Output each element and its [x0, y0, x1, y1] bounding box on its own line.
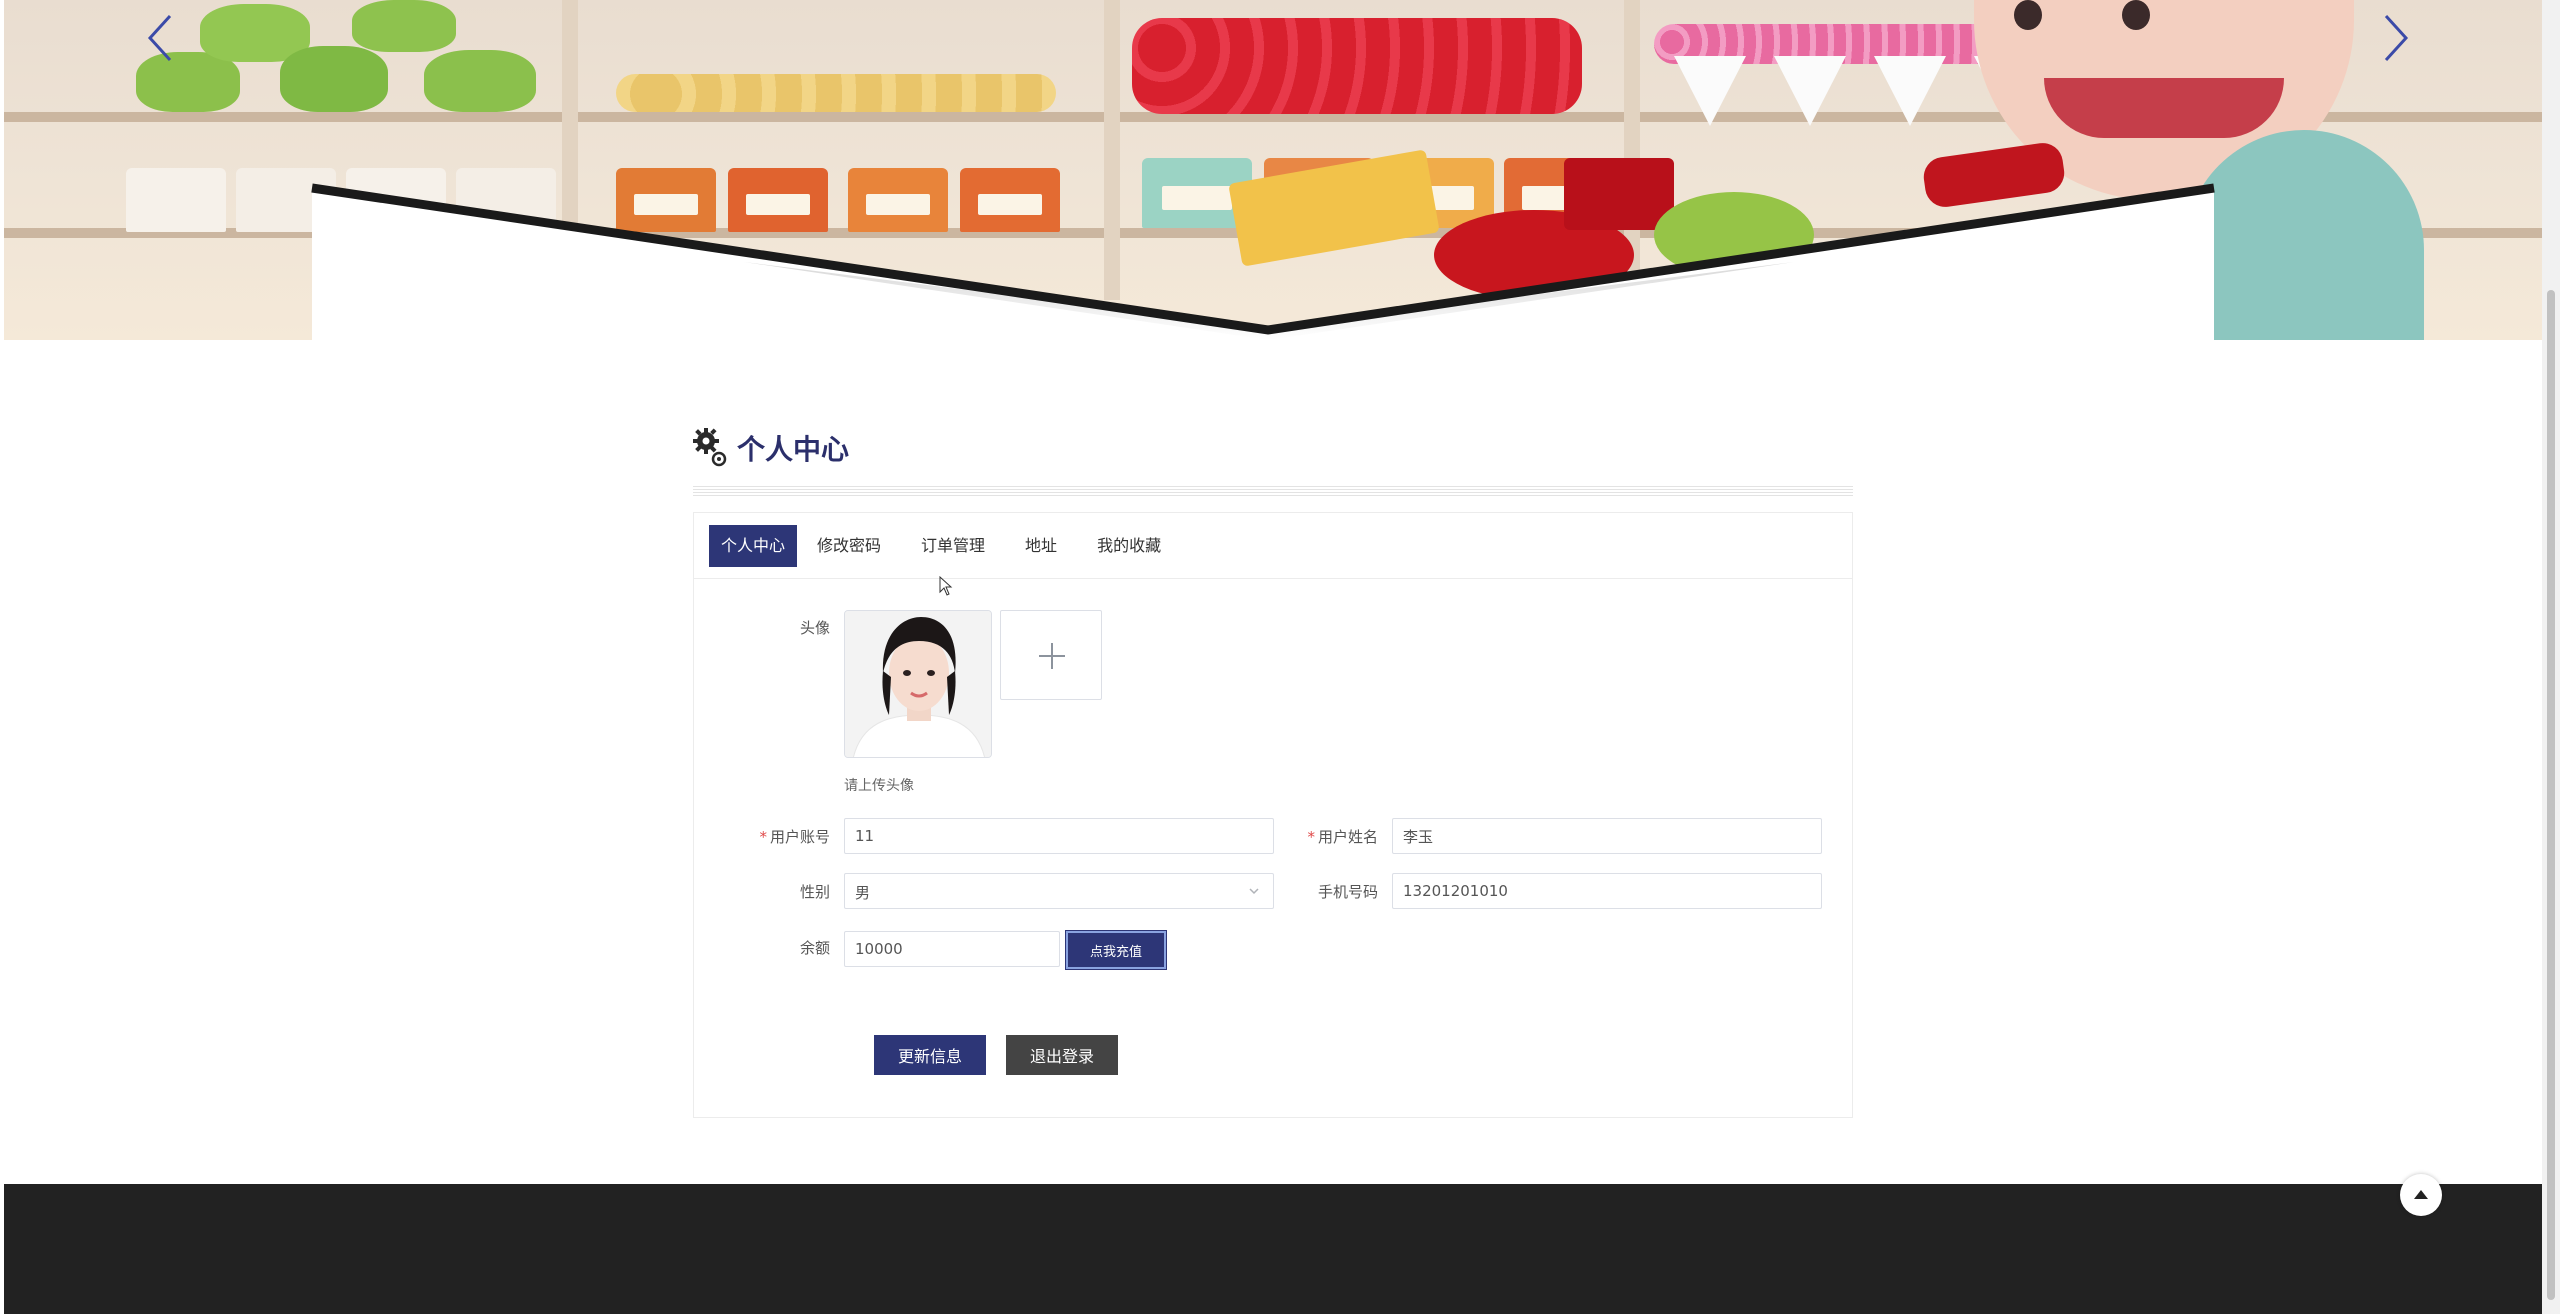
recharge-button[interactable]: 点我充值 [1065, 930, 1167, 970]
tab-address[interactable]: 地址 [1013, 525, 1069, 567]
hero-banner [4, 0, 2542, 340]
caret-up-icon [2414, 1190, 2428, 1199]
tab-bar: 个人中心 修改密码 订单管理 地址 我的收藏 [694, 513, 1852, 579]
name-label-text: 用户姓名 [1317, 828, 1378, 846]
gender-label: 性别 [799, 883, 830, 901]
phone-label: 手机号码 [1317, 883, 1378, 901]
chevron-right-icon[interactable] [2374, 12, 2414, 64]
name-input[interactable] [1392, 818, 1822, 854]
page-title: 个人中心 [737, 433, 850, 466]
mouse-cursor-icon [939, 576, 953, 596]
section-header: 个人中心 [693, 420, 1853, 476]
avatar-label: 头像 [799, 619, 830, 637]
back-to-top-button[interactable] [2400, 1174, 2442, 1216]
avatar-photo [845, 611, 991, 757]
banner-wedge [311, 183, 2215, 340]
name-label: * 用户姓名 [1282, 826, 1378, 847]
plus-icon [1039, 643, 1065, 669]
gender-select-value: 男 [855, 884, 871, 902]
chevron-down-icon [1249, 888, 1259, 895]
required-mark: * [759, 828, 767, 846]
profile-panel: 个人中心 修改密码 订单管理 地址 我的收藏 头像 请上传头像 * 用户账号 1… [693, 512, 1853, 1118]
update-info-button[interactable]: 更新信息 [874, 1035, 986, 1075]
balance-input[interactable] [844, 931, 1060, 967]
upload-button[interactable] [1000, 610, 1102, 700]
tab-order-management[interactable]: 订单管理 [909, 525, 997, 567]
tab-change-password[interactable]: 修改密码 [805, 525, 893, 567]
chevron-left-icon[interactable] [142, 12, 182, 64]
scrollbar-thumb[interactable] [2547, 290, 2555, 1300]
required-mark: * [1307, 828, 1315, 846]
tab-user-center[interactable]: 个人中心 [709, 524, 798, 567]
avatar[interactable] [844, 610, 992, 758]
phone-input[interactable] [1392, 873, 1822, 909]
account-input[interactable] [844, 818, 1274, 854]
gender-select[interactable]: 男 [844, 873, 1274, 909]
account-label-text: 用户账号 [769, 828, 830, 846]
header-divider [693, 486, 1853, 498]
page-scrollbar[interactable] [2542, 0, 2560, 1314]
user-center-section: 个人中心 个人中心 修改密码 订单管理 地址 我的收藏 头像 请上传头像 * 用… [693, 420, 1853, 1118]
account-label: * 用户账号 [734, 826, 830, 847]
footer [4, 1184, 2542, 1314]
upload-hint: 请上传头像 [844, 778, 914, 794]
tab-favorites[interactable]: 我的收藏 [1085, 525, 1173, 567]
balance-label: 余额 [799, 939, 830, 957]
gear-icon [693, 428, 727, 467]
logout-button[interactable]: 退出登录 [1006, 1035, 1118, 1075]
